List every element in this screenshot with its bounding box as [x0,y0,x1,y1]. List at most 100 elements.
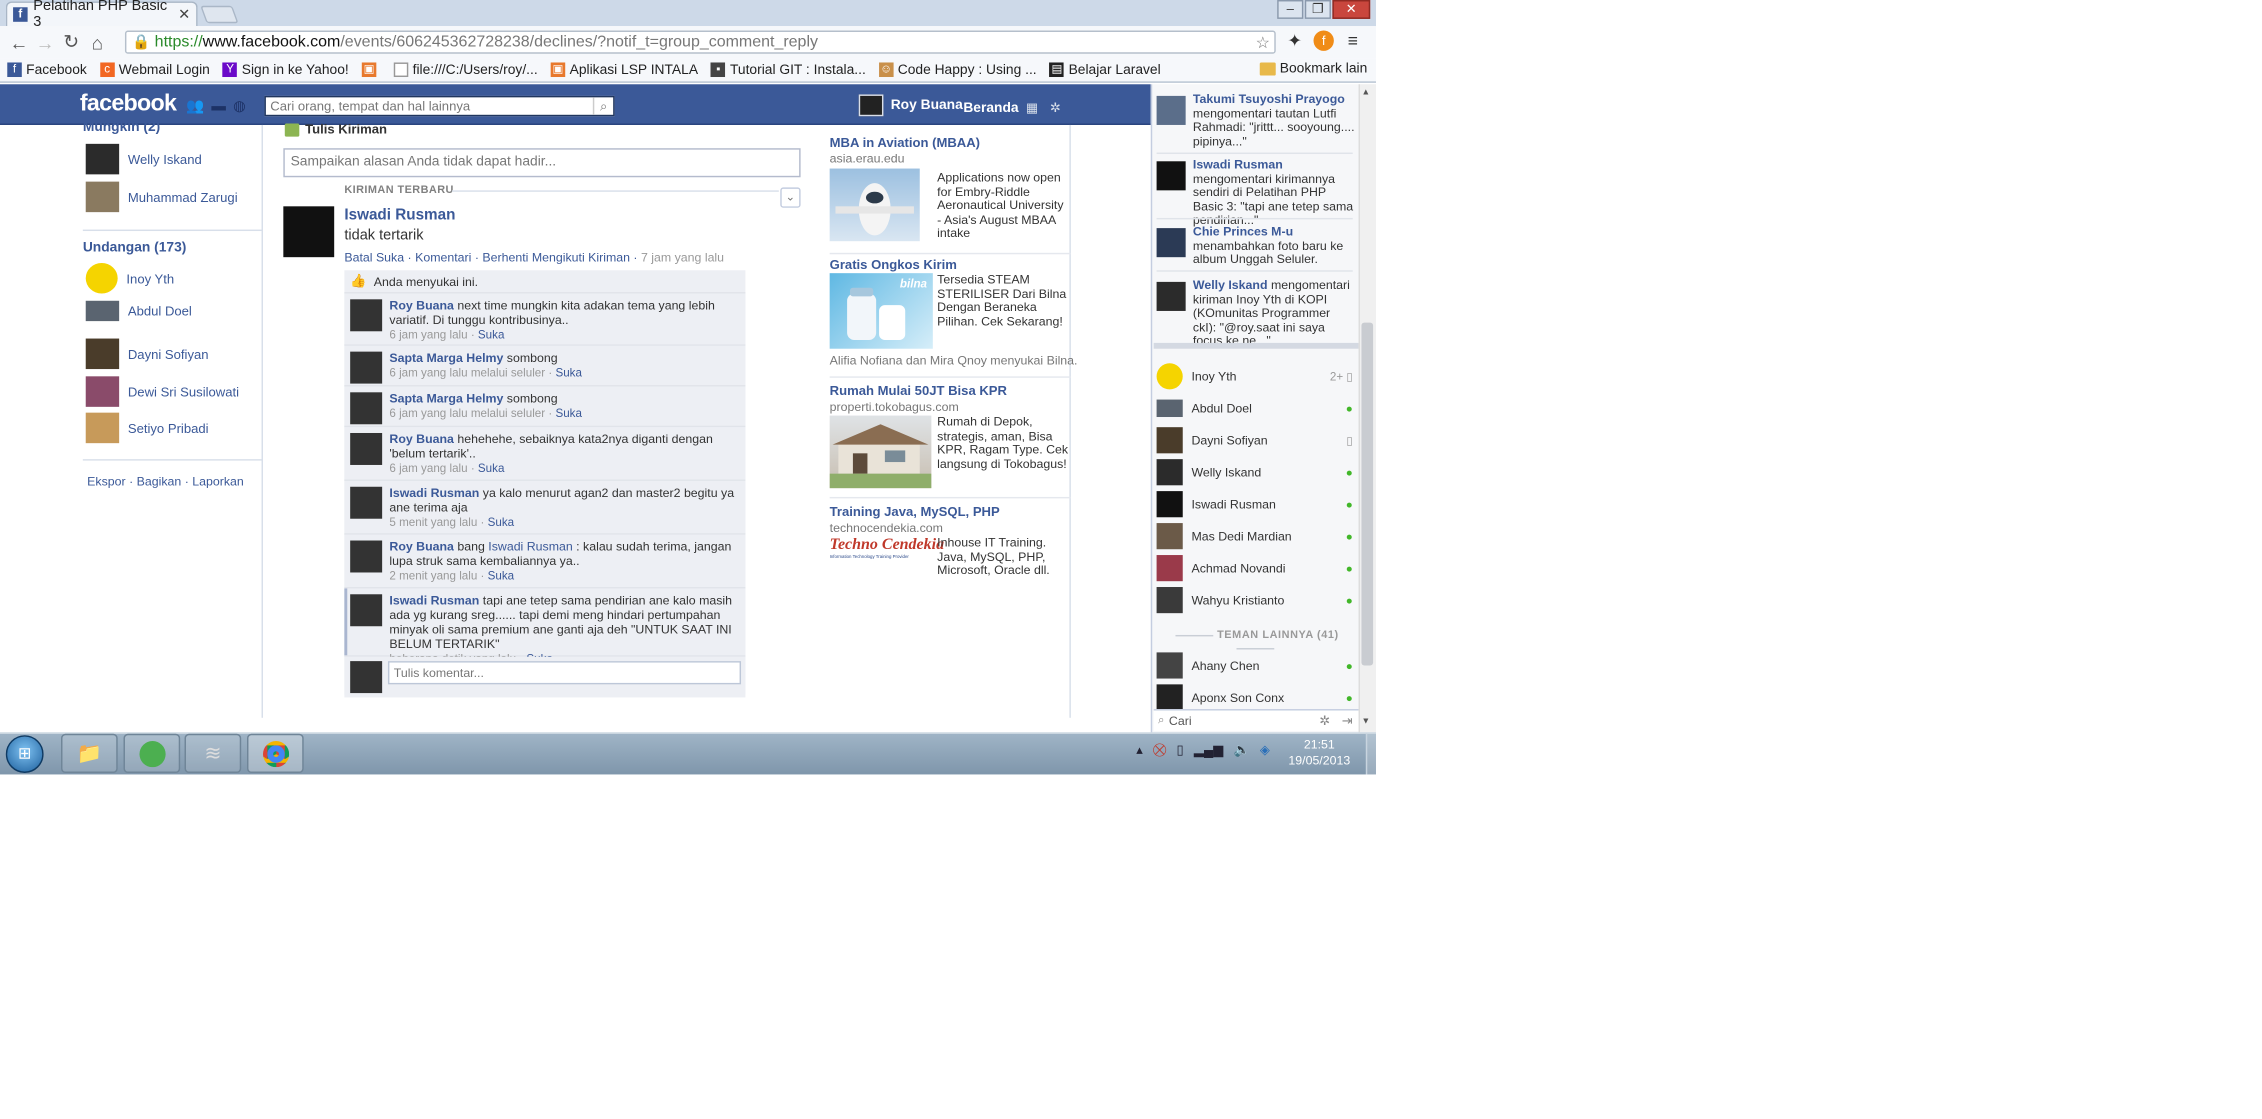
start-button[interactable]: ⊞ [5,735,44,773]
scroll-down-icon[interactable]: ▼ [1361,718,1370,727]
ticker-author[interactable]: Welly Iskand [1193,278,1268,293]
unfollow-link[interactable]: Berhenti Mengikuti Kiriman [482,250,630,265]
chat-item[interactable]: Iswadi Rusman ● [1156,490,1353,519]
export-link[interactable]: Ekspor [87,474,125,489]
comment-time[interactable]: 6 jam yang lalu melalui seluler [389,366,545,379]
composer-heading[interactable]: Tulis Kiriman [284,122,387,137]
ad-title[interactable]: Training Java, MySQL, PHP [830,504,1071,519]
like-link[interactable]: Suka [478,328,504,341]
ad-card[interactable]: Rumah Mulai 50JT Bisa KPR properti.tokob… [829,384,1071,500]
ad-title[interactable]: Gratis Ongkos Kirim [830,257,1071,272]
avatar[interactable] [350,594,383,627]
explorer-taskbar-button[interactable]: 📁 [61,733,118,773]
bookmark-item[interactable]: c Webmail Login [99,62,210,78]
chat-item[interactable]: Welly Iskand ● [1156,458,1353,487]
bookmark-item[interactable]: ▤ Belajar Laravel [1049,62,1161,78]
bookmark-item[interactable]: Y Sign in ke Yahoo! [222,62,349,78]
avatar[interactable] [350,540,383,573]
home-link[interactable]: Beranda [963,100,1018,116]
airplane-image[interactable] [829,168,920,242]
ticker-resize-handle[interactable] [1153,342,1359,349]
sterilizer-image[interactable]: bilna [829,273,933,349]
network-icon[interactable]: ◈ [1260,742,1270,758]
like-link[interactable]: Suka [488,570,514,583]
guest-item[interactable]: Dayni Sofiyan [85,338,209,370]
app-taskbar-button[interactable]: ≋ [184,733,242,773]
chevron-down-icon[interactable]: ⌄ [780,187,801,208]
chat-item[interactable]: Aponx Son Conx ● [1156,683,1353,712]
chat-item[interactable]: Mas Dedi Mardian ● [1156,522,1353,551]
comment-author[interactable]: Roy Buana [389,432,454,447]
wand-extension-icon[interactable]: ✦ [1284,31,1304,51]
gear-icon[interactable]: ✲ [1050,100,1061,116]
facebook-search-input[interactable]: Cari orang, tempat dan hal lainnya ⌕ [264,95,615,117]
avatar[interactable] [350,351,383,384]
forward-arrow-icon[interactable]: → [32,31,58,53]
notifications-globe-icon[interactable]: ◍ [233,99,246,115]
battery-icon[interactable]: ▯ [1177,742,1184,758]
tab-close-icon[interactable]: ✕ [178,7,190,23]
comment-author[interactable]: Iswadi Rusman [389,485,479,500]
antivirus-icon[interactable]: ⛒ [1153,742,1166,758]
avatar[interactable] [350,392,383,425]
address-bar[interactable]: 🔒 https://www.facebook.com/events/606245… [124,30,1276,54]
bookmark-item[interactable]: file:///C:/Users/roy/... [393,62,538,78]
ad-card[interactable]: Gratis Ongkos Kirim bilna Tersedia STEAM… [829,257,1077,373]
guest-item[interactable]: Abdul Doel [85,300,192,322]
mention-link[interactable]: Iswadi Rusman [488,539,572,554]
volume-icon[interactable]: 🔈 [1233,742,1249,758]
like-link[interactable]: Suka [478,462,504,475]
ad-title[interactable]: MBA in Aviation (MBAA) [830,135,1071,150]
comment-author[interactable]: Roy Buana [389,539,454,554]
chat-item[interactable]: Abdul Doel ● [1156,394,1353,423]
comment-time[interactable]: 6 jam yang lalu [389,462,467,475]
composer-input[interactable]: Sampaikan alasan Anda tidak dapat hadir.… [283,148,801,178]
ad-card[interactable]: MBA in Aviation (MBAA) asia.erau.edu App… [829,135,1071,248]
scroll-up-icon[interactable]: ▲ [1361,89,1370,98]
minimize-icon[interactable]: – [1277,0,1304,19]
chat-item[interactable]: Dayni Sofiyan ▯ [1156,426,1353,455]
like-link[interactable]: Suka [488,516,514,529]
search-icon[interactable]: ⌕ [592,97,613,115]
bookmark-item[interactable]: ▣ [361,62,381,78]
facebook-logo[interactable]: facebook [80,92,177,118]
new-tab-button[interactable] [200,5,239,24]
share-link[interactable]: Bagikan [137,474,182,489]
comment-input[interactable]: Tulis komentar... [387,661,742,685]
avatar[interactable] [350,486,383,519]
comment-time[interactable]: 6 jam yang lalu [389,328,467,341]
bookmark-item[interactable]: f Facebook [7,62,87,78]
guest-item[interactable]: Dewi Sri Susilowati [85,376,239,407]
ticker-author[interactable]: Iswadi Rusman [1193,157,1283,172]
comment-link[interactable]: Komentari [415,250,471,265]
post-author[interactable]: Iswadi Rusman [344,206,455,223]
orange-extension-icon[interactable]: f [1313,30,1334,51]
menu-icon[interactable]: ≡ [1343,31,1363,51]
bookmark-folder[interactable]: Bookmark lain [1259,61,1367,77]
chat-options-gear-icon[interactable]: ✲ [1319,713,1330,729]
chat-popout-icon[interactable]: ⇥ [1342,713,1353,729]
bookmark-star-icon[interactable]: ☆ [1256,33,1270,52]
chat-item[interactable]: Inoy Yth 2+ ▯ [1156,362,1353,391]
report-link[interactable]: Laporkan [192,474,244,489]
guest-item[interactable]: Welly Iskand [85,143,202,175]
unlike-link[interactable]: Batal Suka [344,250,404,265]
guest-item[interactable]: Inoy Yth [85,262,174,294]
reload-icon[interactable]: ↻ [58,31,84,54]
tray-expand-icon[interactable]: ▴ [1136,742,1143,758]
comment-time[interactable]: 5 menit yang lalu [389,516,477,529]
avatar[interactable] [350,299,383,332]
chat-search-input[interactable]: ⌕ Cari ✲ ⇥ [1153,709,1359,731]
friend-requests-icon[interactable]: 👥 [186,99,204,115]
invites-heading[interactable]: Undangan (173) [83,240,187,256]
chrome-taskbar-button[interactable] [247,733,304,773]
profile-link[interactable]: Roy Buana [858,94,963,117]
guest-item[interactable]: Muhammad Zarugi [85,181,238,213]
signal-icon[interactable]: ▂▄▆ [1194,742,1223,758]
post-author-avatar[interactable] [283,206,335,258]
avatar[interactable] [350,432,383,465]
ticker-author[interactable]: Chie Princes M-u [1193,224,1293,239]
house-image[interactable] [829,415,932,489]
show-desktop-button[interactable] [1365,733,1376,775]
post-time[interactable]: 7 jam yang lalu [641,250,724,265]
